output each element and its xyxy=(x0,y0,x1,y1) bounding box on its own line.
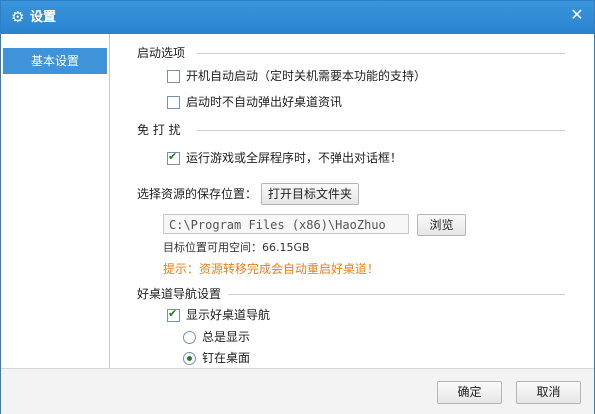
no-popup-label[interactable]: 启动时不自动弹出好桌道资讯 xyxy=(186,95,342,109)
section-title-startup: 启动选项 xyxy=(137,46,186,60)
auto-start-checkbox[interactable] xyxy=(167,70,180,83)
section-title-do-not-disturb: 免 打 扰 xyxy=(137,123,181,137)
restart-hint-text: 提示：资源转移完成会自动重启好桌道！ xyxy=(163,262,380,276)
free-space-text: 目标位置可用空间：66.15GB xyxy=(163,241,310,254)
cancel-button[interactable]: 取消 xyxy=(516,381,581,404)
storage-path-field[interactable]: C:\Program Files (x86)\HaoZhuo xyxy=(163,214,409,234)
always-show-radio[interactable] xyxy=(183,331,196,344)
divider xyxy=(228,294,565,295)
settings-content: 启动选项 开机自动启动（定时关机需要本功能的支持） 启动时不自动弹出好桌道资讯 … xyxy=(110,34,594,368)
pin-desktop-radio[interactable] xyxy=(183,352,196,365)
sidebar: 基本设置 xyxy=(1,34,110,368)
window-title: 设置 xyxy=(30,10,57,25)
always-show-label[interactable]: 总是显示 xyxy=(202,330,250,344)
gear-icon: ⚙ xyxy=(11,8,25,26)
storage-location-label: 选择资源的保存位置： xyxy=(137,187,258,201)
browse-button[interactable]: 浏览 xyxy=(417,214,466,236)
pin-desktop-label[interactable]: 钉在桌面 xyxy=(202,351,250,365)
settings-window: ⚙ 设置 ✕ 基本设置 启动选项 开机自动启动（定时关机需要本功能的支持） 启动… xyxy=(0,0,595,414)
divider xyxy=(197,53,565,54)
open-folder-button[interactable]: 打开目标文件夹 xyxy=(261,183,359,205)
no-dialog-checkbox[interactable] xyxy=(167,150,180,165)
show-nav-checkbox[interactable] xyxy=(167,307,180,322)
sidebar-item-basic-settings[interactable]: 基本设置 xyxy=(3,48,107,74)
close-button[interactable]: ✕ xyxy=(566,5,588,25)
divider xyxy=(197,130,565,131)
no-dialog-label[interactable]: 运行游戏或全屏程序时，不弹出对话框！ xyxy=(186,151,402,165)
dialog-footer: 确定 取消 xyxy=(1,368,594,414)
section-title-navigation: 好桌道导航设置 xyxy=(137,287,222,301)
show-nav-label[interactable]: 显示好桌道导航 xyxy=(186,308,270,322)
no-popup-checkbox[interactable] xyxy=(167,96,180,109)
title-bar[interactable]: ⚙ 设置 ✕ xyxy=(1,1,594,34)
auto-start-label[interactable]: 开机自动启动（定时关机需要本功能的支持） xyxy=(186,69,426,83)
ok-button[interactable]: 确定 xyxy=(437,381,502,404)
